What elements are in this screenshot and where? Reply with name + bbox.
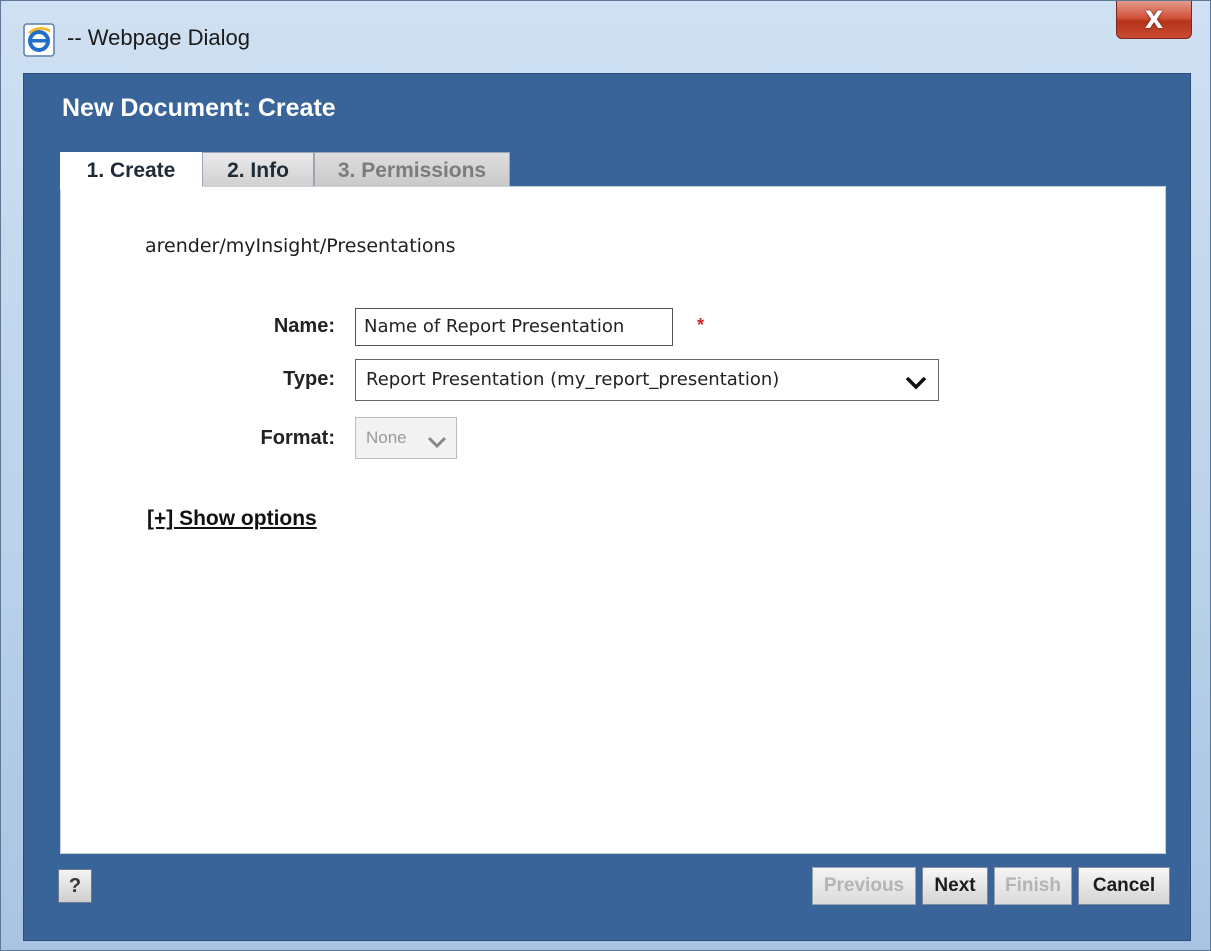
tab-create[interactable]: 1. Create [60,152,202,190]
chevron-down-icon [904,369,928,409]
dialog-body: New Document: Create 1. Create 2. Info 3… [23,73,1191,941]
window-titlebar[interactable]: -- Webpage Dialog X [1,1,1210,75]
type-select-value: Report Presentation (my_report_presentat… [366,369,780,390]
create-panel: arender/myInsight/Presentations Name: Na… [60,186,1166,854]
finish-button[interactable]: Finish [994,867,1072,905]
tab-info[interactable]: 2. Info [202,152,314,188]
chevron-down-icon [426,428,448,468]
dialog-window: -- Webpage Dialog X New Document: Create… [0,0,1211,951]
close-icon: X [1144,5,1164,34]
help-button[interactable]: ? [58,869,92,903]
next-button[interactable]: Next [922,867,988,905]
cancel-button[interactable]: Cancel [1078,867,1170,905]
previous-button[interactable]: Previous [812,867,916,905]
name-input[interactable]: Name of Report Presentation [355,308,673,346]
internet-explorer-icon [23,23,55,57]
show-options-link[interactable]: [+] Show options [147,507,317,531]
folder-path: arender/myInsight/Presentations [145,235,456,257]
name-label: Name: [273,315,335,337]
format-label: Format: [260,427,335,449]
window-close-button[interactable]: X [1116,1,1192,39]
window-title: -- Webpage Dialog [67,25,251,50]
required-marker: * [697,315,705,335]
dialog-title: New Document: Create [62,94,336,122]
type-label: Type: [283,368,335,390]
tab-permissions[interactable]: 3. Permissions [314,152,510,188]
format-select[interactable]: None [355,417,457,459]
format-select-value: None [366,428,407,447]
type-select[interactable]: Report Presentation (my_report_presentat… [355,359,939,401]
